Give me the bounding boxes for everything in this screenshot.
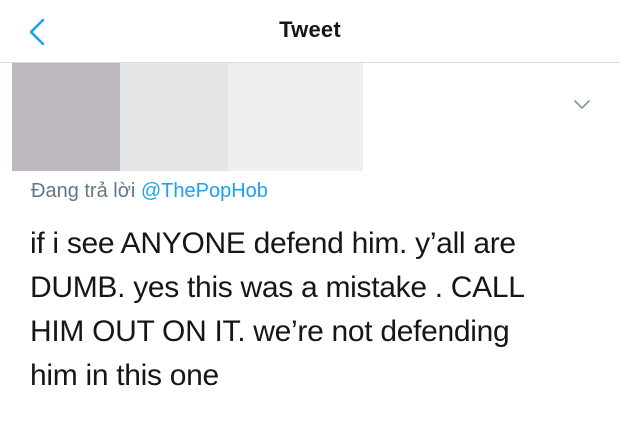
tweet-text-line: if i see ANYONE defend him. y’all are <box>30 227 516 260</box>
tweet-text: if i see ANYONE defend him. y’all are DU… <box>30 222 590 398</box>
tweet-text-line: him in this one <box>30 359 219 392</box>
navigation-bar: Tweet <box>0 0 620 63</box>
chevron-down-icon <box>572 98 592 112</box>
reply-prefix: Đang trả lời <box>31 180 136 202</box>
redacted-area <box>12 63 120 171</box>
page-title: Tweet <box>279 17 341 42</box>
redacted-area <box>120 63 228 171</box>
tweet-text-line: DUMB. yes this was a mistake . CALL <box>30 271 525 304</box>
tweet-text-line: HIM OUT ON IT. we’re not defending <box>30 315 510 348</box>
tweet-menu-button[interactable] <box>572 98 592 112</box>
reply-mention-link[interactable]: @ThePopHob <box>141 180 268 202</box>
reply-context: Đang trả lời @ThePopHob <box>31 180 268 203</box>
redacted-area <box>228 63 363 171</box>
